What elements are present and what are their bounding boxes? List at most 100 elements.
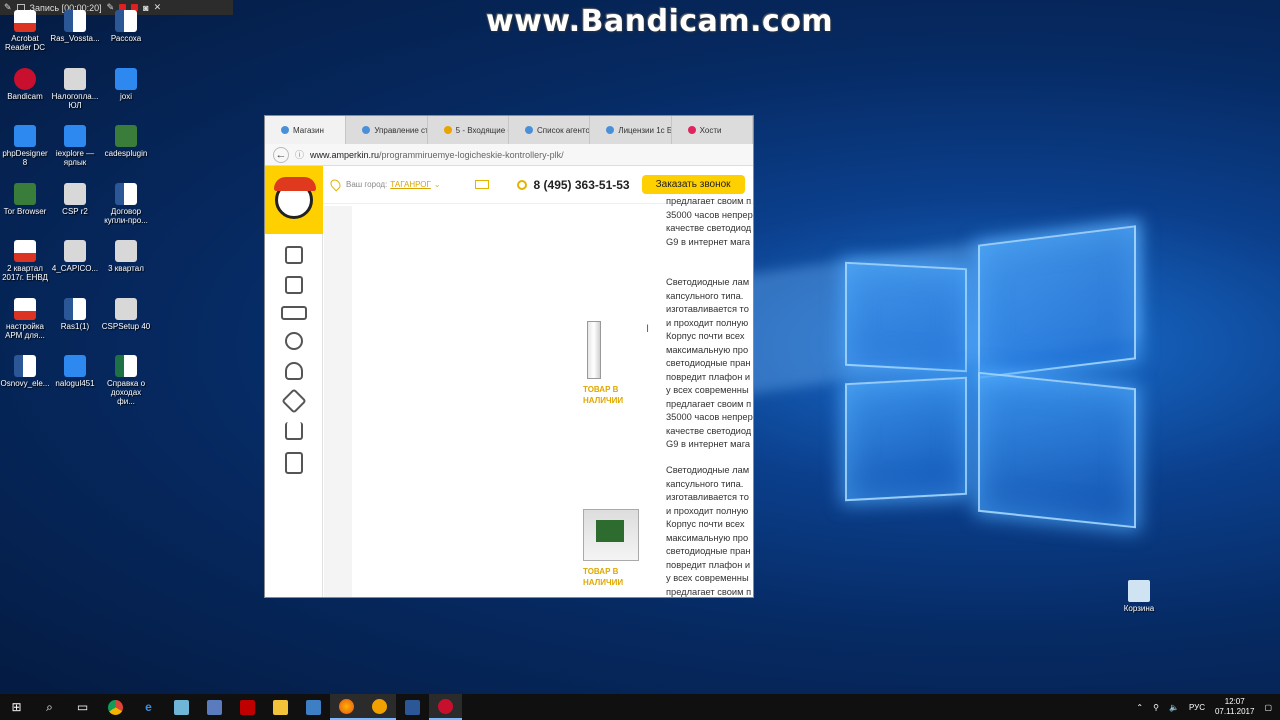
- tab-inbox[interactable]: 5 - Входящие -: [428, 116, 509, 144]
- mail-icon[interactable]: [474, 180, 489, 189]
- desktop-shortcut[interactable]: 2 квартал 2017г. ЕНВД: [0, 240, 50, 282]
- desktop-shortcut[interactable]: CSP r2: [50, 182, 100, 216]
- description-line: 35000 часов непрер: [666, 209, 753, 220]
- chevron-up-icon[interactable]: ⌃: [1136, 703, 1143, 712]
- desktop-shortcut-label: joxi: [119, 91, 132, 101]
- description-line: и проходит полную: [666, 317, 749, 328]
- desktop-shortcut[interactable]: joxi: [101, 67, 151, 101]
- tab-label: 5 - Входящие -: [455, 125, 509, 135]
- city-selector[interactable]: ТАГАНРОГ: [390, 180, 431, 189]
- file-explorer-icon[interactable]: [264, 694, 297, 720]
- favicon-icon: [524, 126, 533, 134]
- desktop-shortcut-label: Ras_Vossta...: [50, 34, 100, 43]
- close-icon[interactable]: ✕: [154, 2, 162, 13]
- stock-status: ТОВАР В НАЛИЧИИ: [583, 385, 624, 405]
- start-button[interactable]: ⊞: [0, 694, 33, 720]
- desktop-shortcut[interactable]: Osnovy_ele...: [0, 355, 50, 388]
- desktop-shortcut-label: CSPSetup 40: [101, 321, 151, 331]
- heating-icon[interactable]: [284, 422, 303, 440]
- volume-icon[interactable]: 🔈: [1169, 703, 1179, 712]
- firefox-icon[interactable]: [330, 694, 363, 720]
- bandicam-icon[interactable]: [429, 694, 462, 720]
- blue-file-icon: [115, 67, 137, 90]
- callback-button[interactable]: Заказать звонок: [641, 175, 745, 194]
- desktop-shortcut[interactable]: Договор купли-про...: [101, 182, 151, 225]
- app-icon[interactable]: [297, 694, 330, 720]
- tab-label: Список агентов: [536, 125, 591, 135]
- desktop-shortcut-label: CSP r2: [62, 206, 88, 216]
- desktop-shortcut[interactable]: настройка АРМ для...: [0, 297, 50, 340]
- recycle-bin[interactable]: Корзина: [1114, 580, 1164, 613]
- site-logo[interactable]: [265, 166, 323, 234]
- blue-file-icon: [64, 125, 86, 147]
- desktop-shortcut-label: Acrobat Reader DC: [4, 34, 45, 52]
- desktop-shortcut[interactable]: cadesplugin: [101, 125, 151, 158]
- tab-agents[interactable]: Список агентов: [509, 116, 591, 144]
- search-icon[interactable]: ⌕: [33, 694, 66, 720]
- clock[interactable]: 12:07 07.11.2017: [1215, 697, 1254, 717]
- switchboard-icon[interactable]: [284, 452, 303, 474]
- description-line: максимальную про: [666, 532, 749, 543]
- panel-icon[interactable]: [280, 306, 307, 320]
- desktop-shortcut[interactable]: Acrobat Reader DC: [0, 10, 50, 52]
- edge-icon[interactable]: e: [132, 694, 165, 720]
- desktop-shortcut[interactable]: nalogul451: [50, 355, 100, 388]
- tab-magazin[interactable]: Магазин: [265, 116, 347, 144]
- desktop-shortcut[interactable]: iexplore — ярлык: [50, 125, 100, 167]
- chevron-down-icon[interactable]: ⌄: [434, 180, 441, 189]
- tab-licenses[interactable]: Лицензии 1с Би: [590, 116, 672, 144]
- description-line: светодиодные пран: [666, 546, 751, 556]
- back-button[interactable]: ←: [273, 146, 289, 163]
- desktop-shortcut-label: cadesplugin: [104, 149, 148, 158]
- notification-icon[interactable]: ▢: [1264, 703, 1272, 712]
- product-card[interactable]: ТОВАР В НАЛИЧИИ: [583, 321, 643, 406]
- product-description: предлагает своим п 35000 часов непрер каче…: [666, 195, 753, 249]
- tools-icon[interactable]: [280, 388, 307, 414]
- tab-management[interactable]: Управление стр: [346, 116, 428, 144]
- desktop-shortcut[interactable]: Рассоха: [101, 10, 151, 43]
- product-image[interactable]: [583, 509, 639, 561]
- desktop-shortcut[interactable]: Ras1(1): [50, 297, 100, 331]
- desktop-shortcut[interactable]: 4_CAPICO...: [50, 240, 100, 273]
- desktop-shortcut-label: 3 квартал: [108, 264, 144, 273]
- desktop-shortcut-label: Tor Browser: [3, 206, 47, 216]
- catalog-sidebar: [265, 166, 323, 597]
- desktop-shortcut[interactable]: phpDesigner 8: [0, 125, 50, 167]
- lightbulb-icon[interactable]: [284, 362, 303, 380]
- cable-icon[interactable]: [284, 332, 303, 350]
- desktop-shortcut[interactable]: Налогопла... ЮЛ: [50, 67, 100, 110]
- location-pin-icon: [328, 177, 343, 192]
- doc-file-icon: [115, 10, 137, 32]
- address-bar[interactable]: www.amperkin.ru/programmiruemye-logiches…: [310, 150, 564, 160]
- pdf-file-icon: [14, 10, 36, 32]
- description-line: капсульного типа.: [666, 478, 744, 489]
- desktop-shortcut[interactable]: Справка о доходах фи...: [101, 355, 151, 406]
- clock-time: 12:07: [1224, 697, 1245, 706]
- word-icon[interactable]: [396, 694, 429, 720]
- desktop-shortcut[interactable]: Ras_Vossta...: [50, 10, 100, 43]
- language-indicator[interactable]: РУС: [1189, 703, 1205, 712]
- task-view-icon[interactable]: ▭: [66, 694, 99, 720]
- info-icon[interactable]: ⓘ: [295, 148, 304, 161]
- phone-number[interactable]: 8 (495) 363-51-53: [534, 178, 630, 192]
- blue-file-icon: [64, 355, 86, 377]
- network-icon[interactable]: ⚲: [1153, 703, 1159, 712]
- app-icon[interactable]: [165, 694, 198, 720]
- product-card[interactable]: ТОВАР В НАЛИЧИИ: [583, 509, 643, 588]
- desktop-shortcut[interactable]: 3 квартал: [101, 240, 151, 273]
- tab-bar: Магазин Управление стр 5 - Входящие - Сп…: [265, 116, 753, 144]
- city-label: Ваш город:: [346, 180, 388, 189]
- description-line: Корпус почти всех: [666, 519, 745, 529]
- socket-icon[interactable]: [284, 246, 303, 264]
- product-image[interactable]: [587, 321, 601, 379]
- filezilla-icon[interactable]: [231, 694, 264, 720]
- connector-icon[interactable]: [284, 276, 303, 294]
- chrome-icon[interactable]: [99, 694, 132, 720]
- desktop-shortcut[interactable]: CSPSetup 40: [101, 297, 151, 331]
- skype-icon[interactable]: [363, 694, 396, 720]
- tab-hosting[interactable]: Хости: [672, 116, 753, 144]
- desktop-shortcut[interactable]: Tor Browser: [0, 182, 50, 216]
- network-app-icon[interactable]: [198, 694, 231, 720]
- favicon-icon: [687, 126, 696, 134]
- desktop-shortcut[interactable]: Bandicam: [0, 67, 50, 101]
